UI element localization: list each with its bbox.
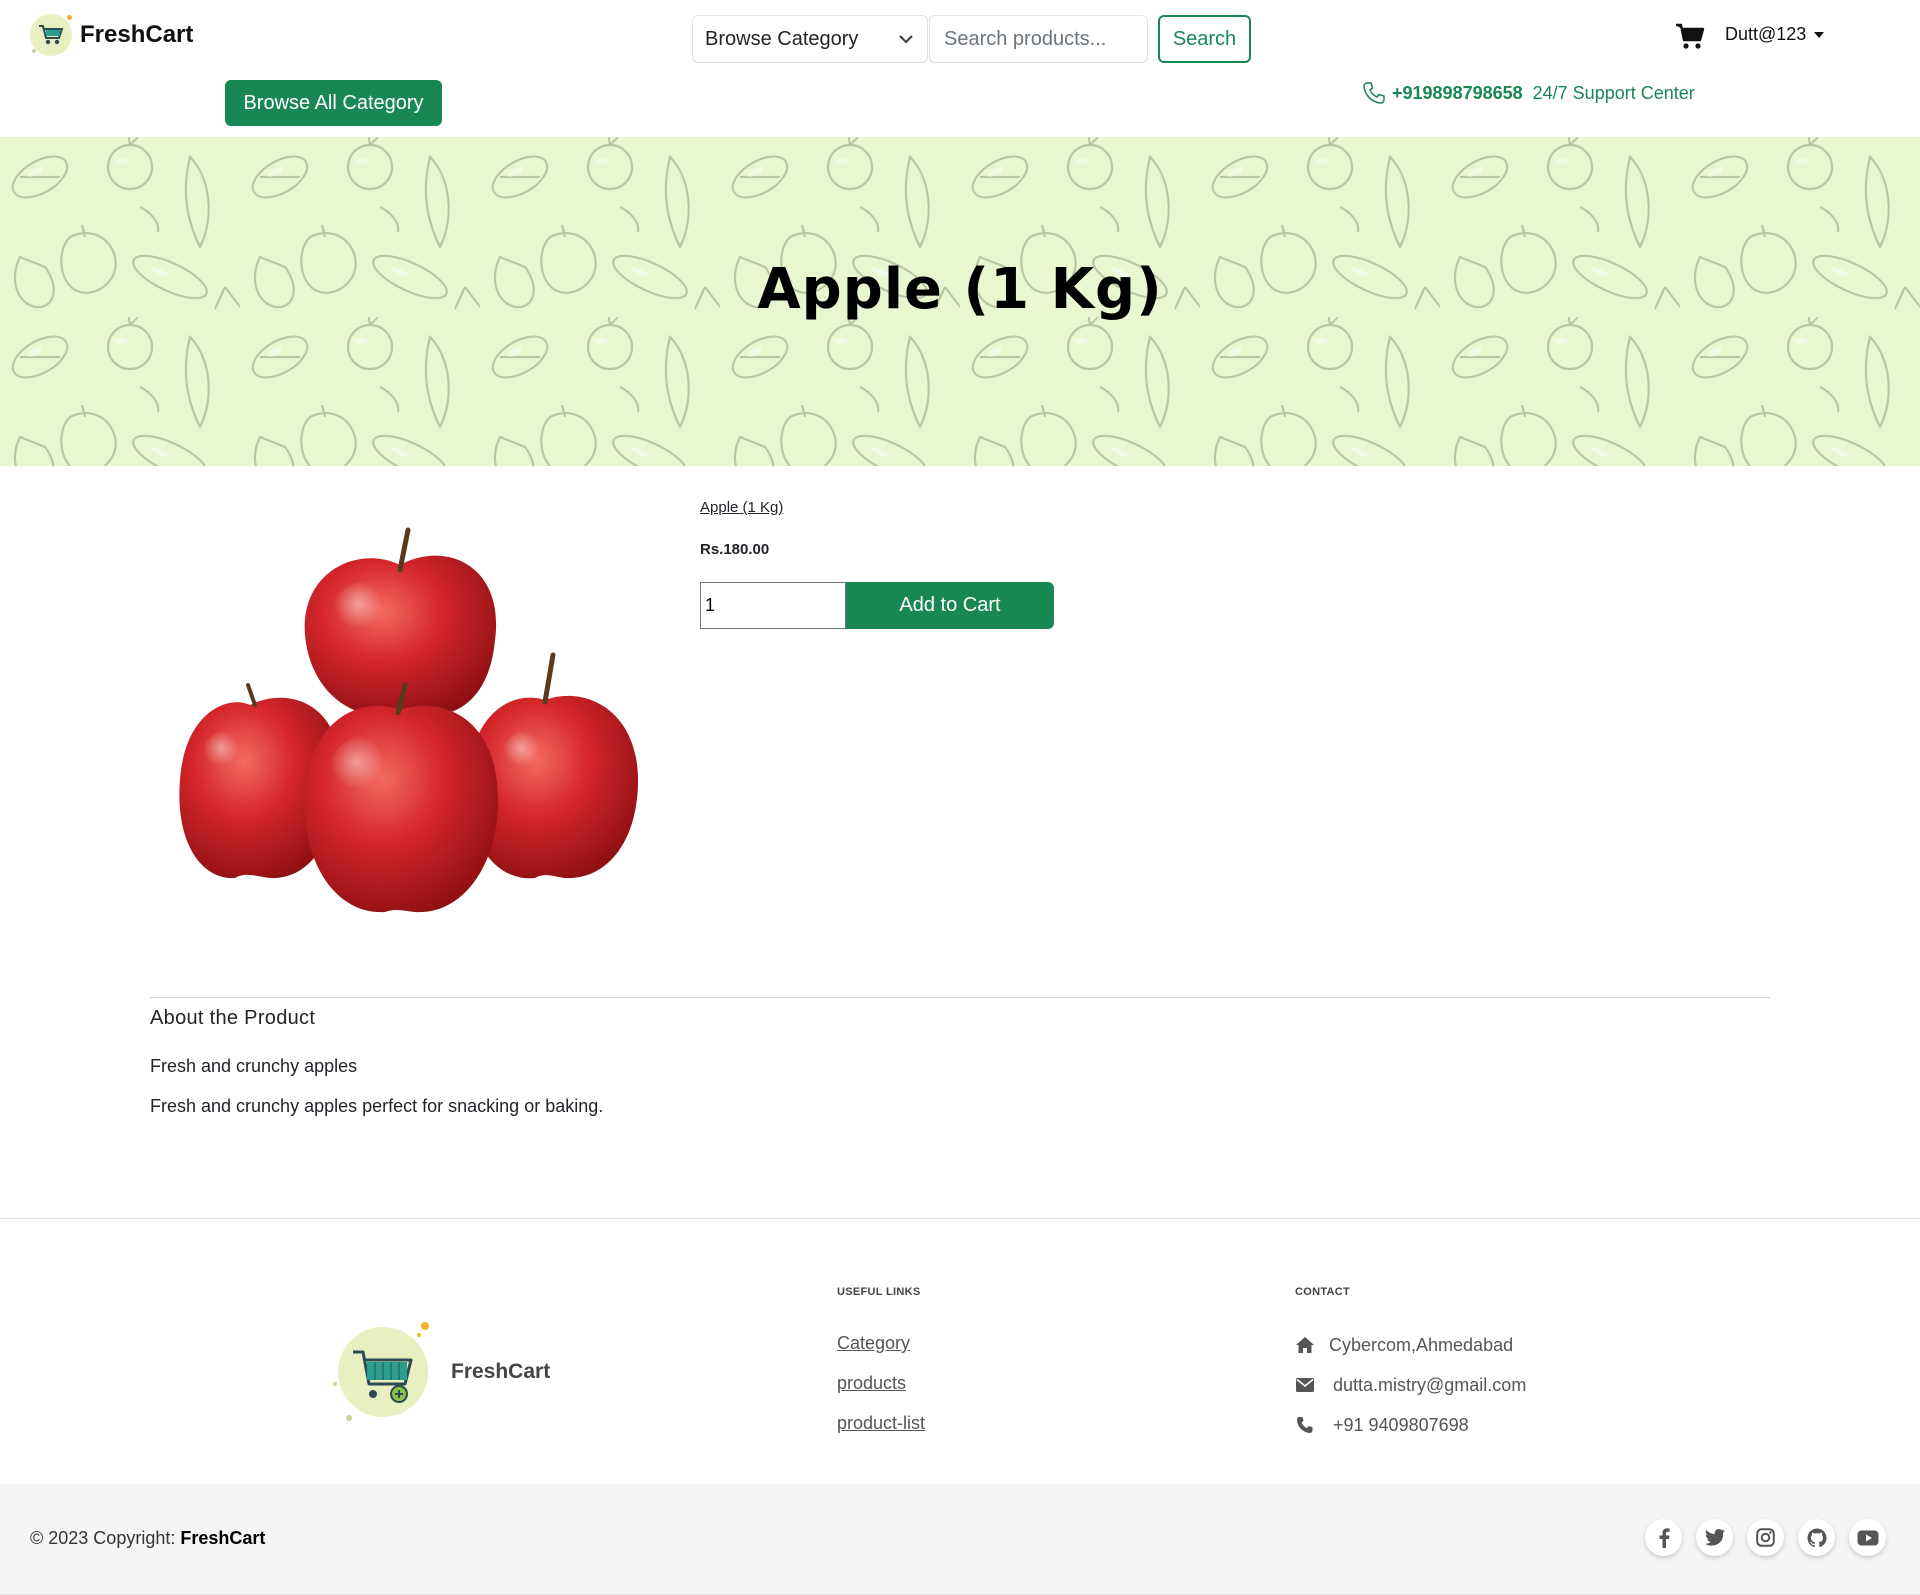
github-icon	[1807, 1528, 1826, 1547]
contact-address-text: Cybercom,Ahmedabad	[1329, 1334, 1514, 1355]
copyright: © 2023 Copyright: FreshCart	[30, 1528, 265, 1549]
support-phone-number[interactable]: +919898798658	[1392, 83, 1523, 104]
site-logo[interactable]: FreshCart	[30, 14, 193, 56]
copyright-text: © 2023 Copyright:	[30, 1528, 176, 1548]
search-input[interactable]	[929, 15, 1148, 63]
contact-email-text[interactable]: dutta.mistry@gmail.com	[1333, 1375, 1526, 1396]
contact-phone: +91 9409807698	[1295, 1413, 1526, 1437]
social-links	[1645, 1519, 1886, 1556]
about-heading: About the Product	[150, 1007, 316, 1029]
support-label: 24/7 Support Center	[1532, 82, 1695, 103]
chevron-down-icon	[899, 35, 913, 44]
hero-title: Apple (1 Kg)	[757, 257, 1163, 322]
quantity-input[interactable]	[700, 582, 846, 629]
footer-link-category[interactable]: Category	[837, 1333, 925, 1357]
facebook-icon	[1659, 1527, 1670, 1548]
contact-email: dutta.mistry@gmail.com	[1295, 1373, 1526, 1397]
github-link[interactable]	[1798, 1519, 1835, 1556]
user-menu-dropdown[interactable]: Dutt@123	[1725, 24, 1825, 45]
hero-banner: Apple (1 Kg)	[0, 137, 1920, 466]
envelope-icon	[1295, 1378, 1315, 1392]
category-select[interactable]: Browse Category	[692, 15, 928, 63]
footer-logo-text: FreshCart	[451, 1360, 551, 1383]
apples-image	[179, 527, 639, 913]
footer-cart-logo-icon	[333, 1322, 433, 1422]
twitter-link[interactable]	[1696, 1519, 1733, 1556]
product-long-description: Fresh and crunchy apples perfect for sna…	[150, 1096, 604, 1116]
product-image	[160, 510, 660, 940]
shopping-cart-icon	[1676, 23, 1705, 49]
cart-button[interactable]	[1673, 22, 1707, 52]
divider	[150, 997, 1770, 998]
footer-link-product-list[interactable]: product-list	[837, 1413, 925, 1437]
useful-links-heading: USEFUL LINKS	[837, 1286, 921, 1298]
contact-address: Cybercom,Ahmedabad	[1295, 1333, 1526, 1357]
footer-bottom-bar: © 2023 Copyright: FreshCart	[0, 1484, 1920, 1595]
contact-heading: CONTACT	[1295, 1286, 1351, 1298]
contact-phone-text[interactable]: +91 9409807698	[1333, 1415, 1469, 1436]
support-contact: +919898798658 24/7 Support Center	[1362, 81, 1695, 105]
product-price: Rs.180.00	[700, 541, 770, 558]
search-button[interactable]: Search	[1158, 15, 1251, 63]
footer-divider	[0, 1218, 1920, 1219]
add-to-cart-button[interactable]: Add to Cart	[846, 582, 1054, 629]
caret-down-icon	[1814, 31, 1825, 38]
category-select-value: Browse Category	[705, 27, 859, 50]
home-icon	[1295, 1336, 1315, 1354]
product-short-description: Fresh and crunchy apples	[150, 1056, 358, 1076]
twitter-icon	[1704, 1529, 1725, 1546]
contact-list: Cybercom,Ahmedabad dutta.mistry@gmail.co…	[1295, 1333, 1526, 1437]
footer-logo[interactable]: FreshCart	[333, 1322, 550, 1422]
facebook-link[interactable]	[1645, 1519, 1682, 1556]
browse-all-category-button[interactable]: Browse All Category	[225, 80, 442, 126]
youtube-link[interactable]	[1849, 1519, 1886, 1556]
logo-text: FreshCart	[80, 21, 194, 48]
instagram-icon	[1756, 1528, 1775, 1547]
cart-logo-icon	[30, 14, 72, 56]
copyright-brand[interactable]: FreshCart	[180, 1528, 265, 1548]
phone-icon	[1363, 82, 1385, 104]
useful-links-list: Category products product-list	[837, 1333, 925, 1437]
instagram-link[interactable]	[1747, 1519, 1784, 1556]
user-name: Dutt@123	[1725, 24, 1807, 44]
footer-link-products[interactable]: products	[837, 1373, 925, 1397]
youtube-icon	[1857, 1530, 1878, 1545]
product-title-link[interactable]: Apple (1 Kg)	[700, 499, 783, 516]
phone-icon	[1295, 1416, 1315, 1434]
